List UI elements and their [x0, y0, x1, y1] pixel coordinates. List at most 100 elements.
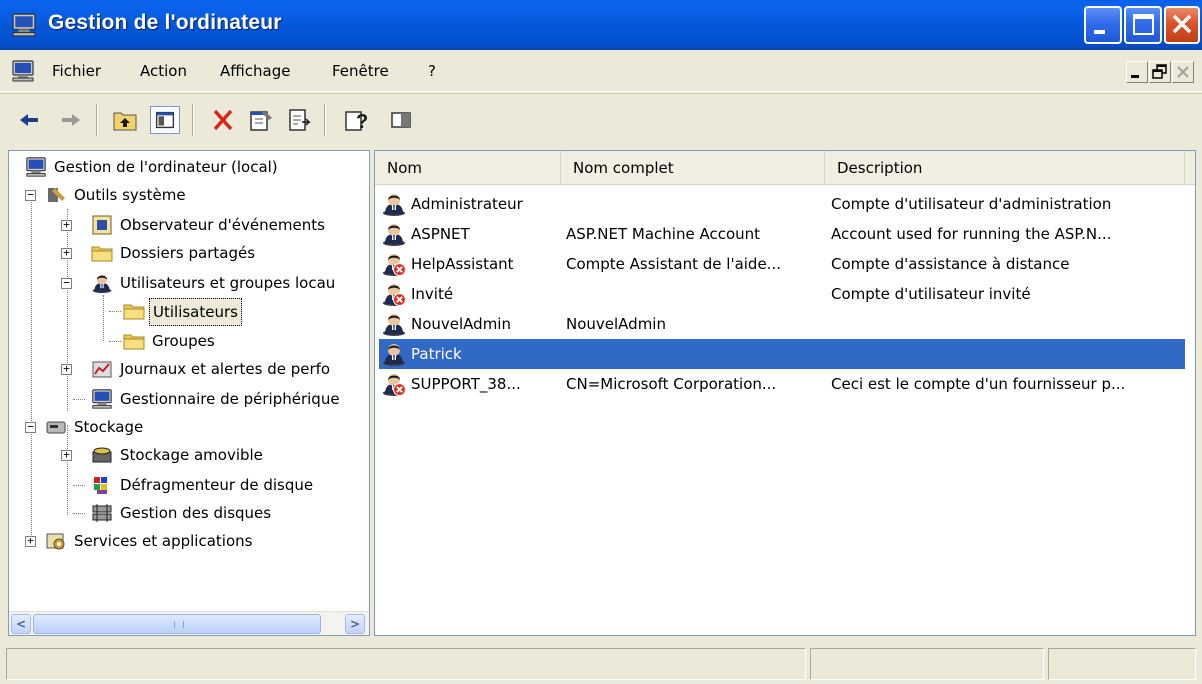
- tree-horizontal-scrollbar[interactable]: < >: [9, 611, 369, 635]
- tree-item-event-viewer[interactable]: + Observateur d'événements: [9, 211, 369, 239]
- defragmenter-icon: [94, 477, 107, 494]
- maximize-button[interactable]: [1124, 6, 1162, 44]
- scroll-right-button[interactable]: >: [345, 614, 365, 634]
- list-row[interactable]: ASPNET ASP.NET Machine Account Account use…: [379, 219, 1185, 249]
- properties-button[interactable]: [246, 106, 276, 134]
- collapse-toggle[interactable]: −: [25, 189, 36, 201]
- list-row[interactable]: Patrick: [379, 339, 1185, 369]
- user-icon: [381, 192, 407, 216]
- user-description: Compte d'utilisateur invité: [831, 285, 1031, 303]
- list-row[interactable]: HelpAssistant Compte Assistant de l'aide.…: [379, 249, 1185, 279]
- menu-affichage[interactable]: Affichage: [220, 62, 290, 80]
- menu-fichier[interactable]: Fichier: [52, 62, 101, 80]
- collapse-toggle[interactable]: −: [25, 421, 36, 433]
- users-list[interactable]: Nom Nom complet Description Administrate…: [374, 150, 1196, 636]
- toolbar-separator: [192, 104, 194, 136]
- tools-icon: [48, 188, 65, 202]
- tree-item-services-apps[interactable]: + Services et applications: [9, 527, 369, 555]
- window-title: Gestion de l'ordinateur: [48, 11, 282, 34]
- list-row[interactable]: SUPPORT_38... CN=Microsoft Corporation...…: [379, 369, 1185, 399]
- user-description: Compte d'utilisateur d'administration: [831, 195, 1112, 213]
- mdi-controls: [1126, 61, 1198, 83]
- menu-fenetre[interactable]: Fenêtre: [332, 62, 389, 80]
- tree-item-label: Outils système: [74, 186, 186, 204]
- mdi-restore-icon: [1152, 64, 1167, 79]
- event-viewer-icon: [92, 215, 112, 235]
- tree-item-label: Stockage amovible: [120, 446, 263, 464]
- forward-button[interactable]: [56, 106, 86, 134]
- menu-help[interactable]: ?: [428, 62, 436, 80]
- collapse-toggle[interactable]: −: [61, 277, 72, 289]
- up-one-level-button[interactable]: [110, 106, 140, 134]
- help-icon: ?: [345, 111, 368, 133]
- list-row[interactable]: Invité Compte d'utilisateur invité: [379, 279, 1185, 309]
- tree-item-defrag[interactable]: Défragmenteur de disque: [9, 471, 369, 499]
- console-tree[interactable]: Gestion de l'ordinateur (local) − Outils…: [8, 150, 370, 636]
- tree-item-groups[interactable]: Groupes: [9, 327, 369, 355]
- tree-item-shared-folders[interactable]: + Dossiers partagés: [9, 239, 369, 267]
- system-menu-icon[interactable]: [11, 60, 35, 82]
- title-bar[interactable]: Gestion de l'ordinateur: [0, 0, 1202, 50]
- tree-item-perf-logs[interactable]: + Journaux et alertes de perfo: [9, 355, 369, 383]
- computer-management-icon: [10, 13, 38, 37]
- back-button[interactable]: [14, 106, 44, 134]
- close-button[interactable]: [1164, 6, 1200, 44]
- tree-item-users[interactable]: Utilisateurs: [9, 297, 369, 326]
- tree-item-disk-management[interactable]: Gestion des disques: [9, 499, 369, 527]
- help-button[interactable]: ?: [342, 106, 372, 134]
- expand-toggle[interactable]: +: [61, 363, 72, 375]
- column-header-description[interactable]: Description: [825, 151, 1185, 185]
- expand-toggle[interactable]: +: [25, 535, 36, 547]
- device-manager-icon: [91, 388, 113, 410]
- mdi-restore-button[interactable]: [1149, 61, 1171, 83]
- folder-open-icon: [123, 300, 145, 322]
- disabled-user-icon: [381, 372, 407, 396]
- scroll-left-button[interactable]: <: [11, 614, 31, 634]
- menu-action[interactable]: Action: [140, 62, 187, 80]
- tree-item-label: Dossiers partagés: [120, 244, 256, 262]
- status-bar: [0, 644, 1202, 684]
- expand-toggle[interactable]: +: [61, 219, 72, 231]
- user-name: Invité: [411, 285, 454, 303]
- expand-toggle[interactable]: +: [61, 449, 72, 461]
- tree-item-label: Gestion des disques: [120, 504, 272, 522]
- status-cell-2: [810, 648, 1044, 680]
- user-name: Administrateur: [411, 195, 523, 213]
- user-full-name: CN=Microsoft Corporation...: [566, 375, 777, 393]
- show-hide-tree-button[interactable]: [150, 106, 180, 134]
- user-name: Patrick: [411, 345, 462, 363]
- mdi-minimize-button[interactable]: [1126, 61, 1148, 83]
- tree-item-storage[interactable]: − Stockage: [9, 413, 369, 441]
- user-icon: [381, 312, 407, 336]
- expand-toggle[interactable]: +: [61, 247, 72, 259]
- column-header-name[interactable]: Nom: [375, 151, 561, 185]
- mdi-close-icon: [1177, 66, 1189, 78]
- list-row[interactable]: Administrateur Compte d'utilisateur d'adm…: [379, 189, 1185, 219]
- delete-button[interactable]: [208, 106, 238, 134]
- export-list-button[interactable]: [284, 106, 314, 134]
- minimize-icon: [1094, 30, 1105, 34]
- show-hide-action-pane-button[interactable]: [386, 106, 416, 134]
- scroll-grip: [174, 621, 184, 628]
- tree-item-root[interactable]: Gestion de l'ordinateur (local): [9, 153, 369, 181]
- toolbar-separator: [96, 104, 98, 136]
- disabled-user-icon: [381, 252, 407, 276]
- tree-item-label: Gestionnaire de périphérique: [120, 390, 340, 408]
- computer-icon: [25, 156, 47, 178]
- window: Gestion de l'ordinateur Fichier Action A…: [0, 0, 1202, 684]
- mdi-close-button[interactable]: [1172, 61, 1194, 83]
- user-icon: [381, 342, 407, 366]
- status-cell-main: [6, 648, 806, 680]
- tree-item-removable-storage[interactable]: + Stockage amovible: [9, 441, 369, 469]
- forward-icon: [62, 114, 80, 126]
- toolbar: ?: [0, 93, 1202, 145]
- tree-item-local-users[interactable]: − Utilisateurs et groupes locau: [9, 269, 369, 297]
- minimize-button[interactable]: [1084, 6, 1122, 44]
- tree-item-system-tools[interactable]: − Outils système: [9, 181, 369, 209]
- column-header-full-name[interactable]: Nom complet: [561, 151, 825, 185]
- tree-item-device-manager[interactable]: Gestionnaire de périphérique: [9, 385, 369, 413]
- user-name: HelpAssistant: [411, 255, 514, 273]
- scroll-thumb[interactable]: [33, 614, 321, 634]
- list-row[interactable]: NouvelAdmin NouvelAdmin: [379, 309, 1185, 339]
- tree-item-label: Observateur d'événements: [120, 216, 325, 234]
